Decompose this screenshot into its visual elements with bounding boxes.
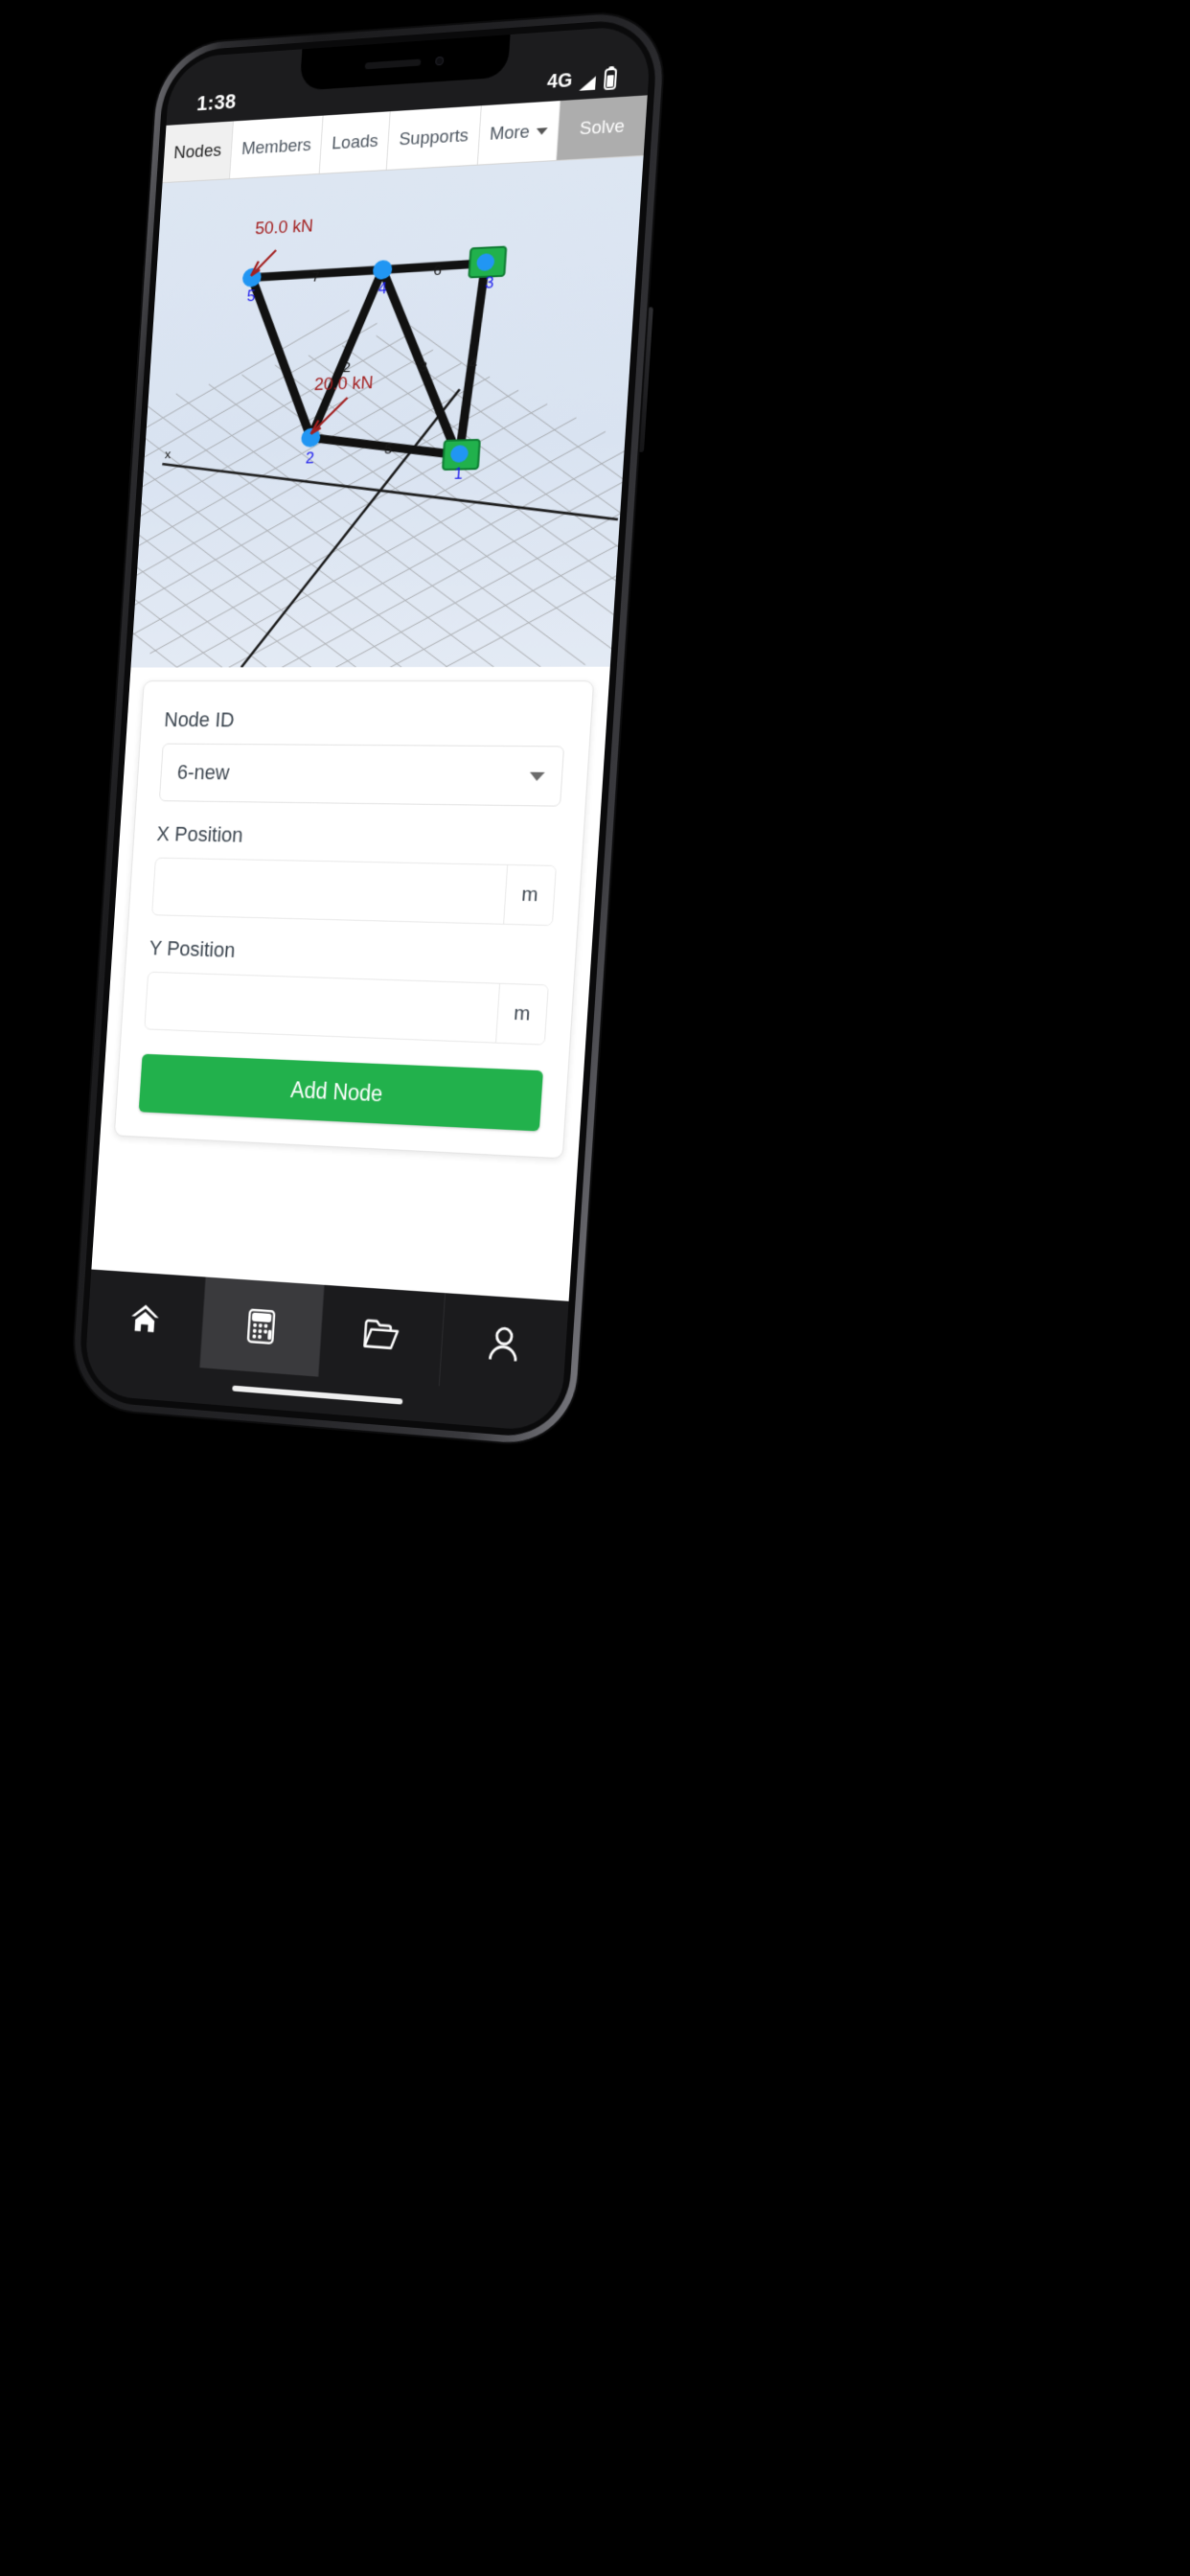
member-label-7: 5 (383, 441, 392, 457)
node-id-label: Node ID (163, 707, 236, 732)
member-label-2: 2 (342, 359, 351, 376)
chevron-down-icon (536, 127, 548, 135)
front-camera-icon (434, 56, 444, 65)
phone-device: 1:38 4G Nodes Members Loads Supports Mor… (70, 10, 667, 1448)
tab-nodes[interactable]: Nodes (162, 121, 234, 183)
load-label-0: 50.0 kN (255, 216, 314, 238)
axis-label-x: x (165, 448, 172, 462)
y-position-unit: m (495, 983, 548, 1045)
screenshot-stage: 1:38 4G Nodes Members Loads Supports Mor… (0, 0, 1190, 2576)
solve-button[interactable]: Solve (557, 95, 648, 160)
battery-icon (603, 67, 618, 91)
y-position-row[interactable]: m (144, 971, 549, 1046)
x-position-unit: m (503, 864, 556, 926)
tab-more-label: More (489, 121, 531, 145)
tab-members-label: Members (240, 134, 312, 159)
truss-labels: 50.0 kN 20.0 kN 5 4 3 2 1 7 6 2 3 4 5 x (165, 216, 495, 483)
node-label-3: 3 (485, 274, 494, 291)
node-label-1: 1 (453, 466, 463, 483)
home-indicator[interactable] (232, 1385, 403, 1405)
status-bar-time: 1:38 (195, 89, 238, 116)
node-id-select[interactable]: 6-new (158, 743, 565, 807)
earpiece-speaker (364, 58, 422, 69)
member-label-4: 4 (469, 356, 478, 372)
solve-button-label: Solve (579, 115, 626, 139)
node-form-card: Node ID 6-new X Position m Y Position m … (113, 680, 595, 1160)
node-id-value: 6-new (176, 760, 231, 785)
tab-supports[interactable]: Supports (387, 105, 482, 170)
member-label-3: 3 (419, 358, 428, 375)
chevron-down-icon (529, 771, 545, 781)
x-position-row[interactable]: m (151, 857, 557, 927)
node-label-4: 4 (378, 280, 387, 297)
member-label-6: 7 (311, 269, 320, 286)
node-form-panel: Node ID 6-new X Position m Y Position m … (91, 666, 610, 1301)
support-markers (443, 247, 506, 471)
nav-item-home[interactable] (85, 1269, 207, 1368)
tab-supports-label: Supports (398, 125, 469, 150)
status-bar-indicators: 4G (546, 67, 618, 94)
phone-screen: 1:38 4G Nodes Members Loads Supports Mor… (82, 24, 652, 1434)
profile-icon (486, 1324, 522, 1364)
truss-3d-viewport[interactable]: 50.0 kN 20.0 kN 5 4 3 2 1 7 6 2 3 4 5 x (130, 155, 644, 668)
signal-bars-icon (578, 75, 598, 92)
nav-item-calculator[interactable] (200, 1276, 325, 1377)
folder-icon (361, 1317, 400, 1354)
member-label-5: 6 (433, 263, 443, 279)
x-position-label: X Position (155, 821, 244, 847)
nav-item-files[interactable] (318, 1284, 446, 1387)
tab-nodes-label: Nodes (172, 140, 222, 163)
node-label-5: 5 (246, 288, 256, 305)
tab-more[interactable]: More (477, 101, 561, 165)
tab-loads-label: Loads (331, 130, 379, 154)
nav-item-profile[interactable] (440, 1293, 569, 1395)
network-type-label: 4G (546, 69, 573, 93)
node-label-2: 2 (305, 450, 314, 468)
calculator-icon (244, 1307, 279, 1346)
add-node-button[interactable]: Add Node (138, 1053, 543, 1132)
